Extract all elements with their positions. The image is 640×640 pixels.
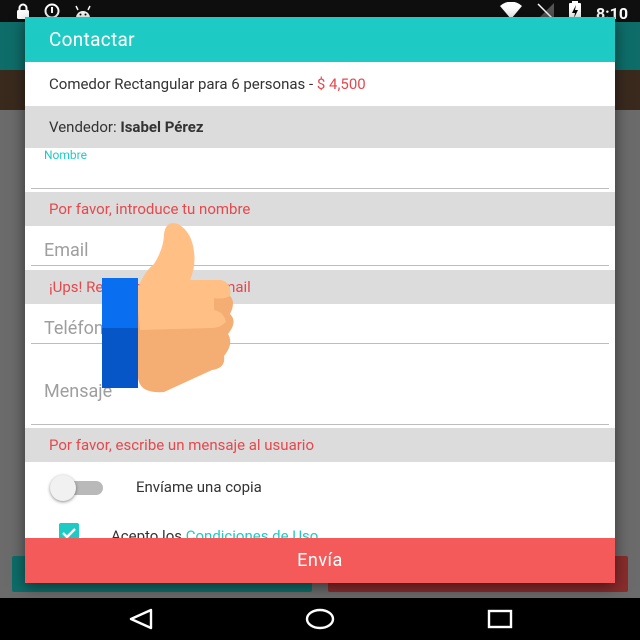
product-summary: Comedor Rectangular para 6 personas - $ … <box>25 62 615 106</box>
product-name: Comedor Rectangular para 6 personas - <box>49 75 317 93</box>
recent-apps-icon[interactable] <box>487 609 513 633</box>
thumbs-up-icon <box>100 218 240 398</box>
email-placeholder: Email <box>44 240 89 261</box>
message-field-underline <box>31 424 609 425</box>
seller-name: Isabel Pérez <box>120 118 204 136</box>
home-icon[interactable] <box>305 608 335 634</box>
send-copy-toggle-thumb[interactable] <box>50 475 76 501</box>
send-button[interactable]: Envía <box>25 538 615 583</box>
seller-label: Vendedor: <box>49 118 121 136</box>
navigation-bar <box>0 598 640 640</box>
name-field-underline <box>31 188 609 189</box>
name-field-label: Nombre <box>44 148 87 162</box>
back-icon[interactable] <box>128 608 154 634</box>
seller-info: Vendedor: Isabel Pérez <box>25 106 615 148</box>
send-copy-row[interactable]: Envíame una copia <box>25 464 615 510</box>
send-copy-label: Envíame una copia <box>136 478 262 496</box>
message-error: Por favor, escribe un mensaje al usuario <box>25 428 615 462</box>
name-field[interactable]: Nombre <box>31 148 609 192</box>
product-price: $ 4,500 <box>316 75 366 93</box>
terms-row[interactable]: Acepto los Condiciones de Uso <box>25 511 615 541</box>
dialog-title: Contactar <box>25 17 615 62</box>
